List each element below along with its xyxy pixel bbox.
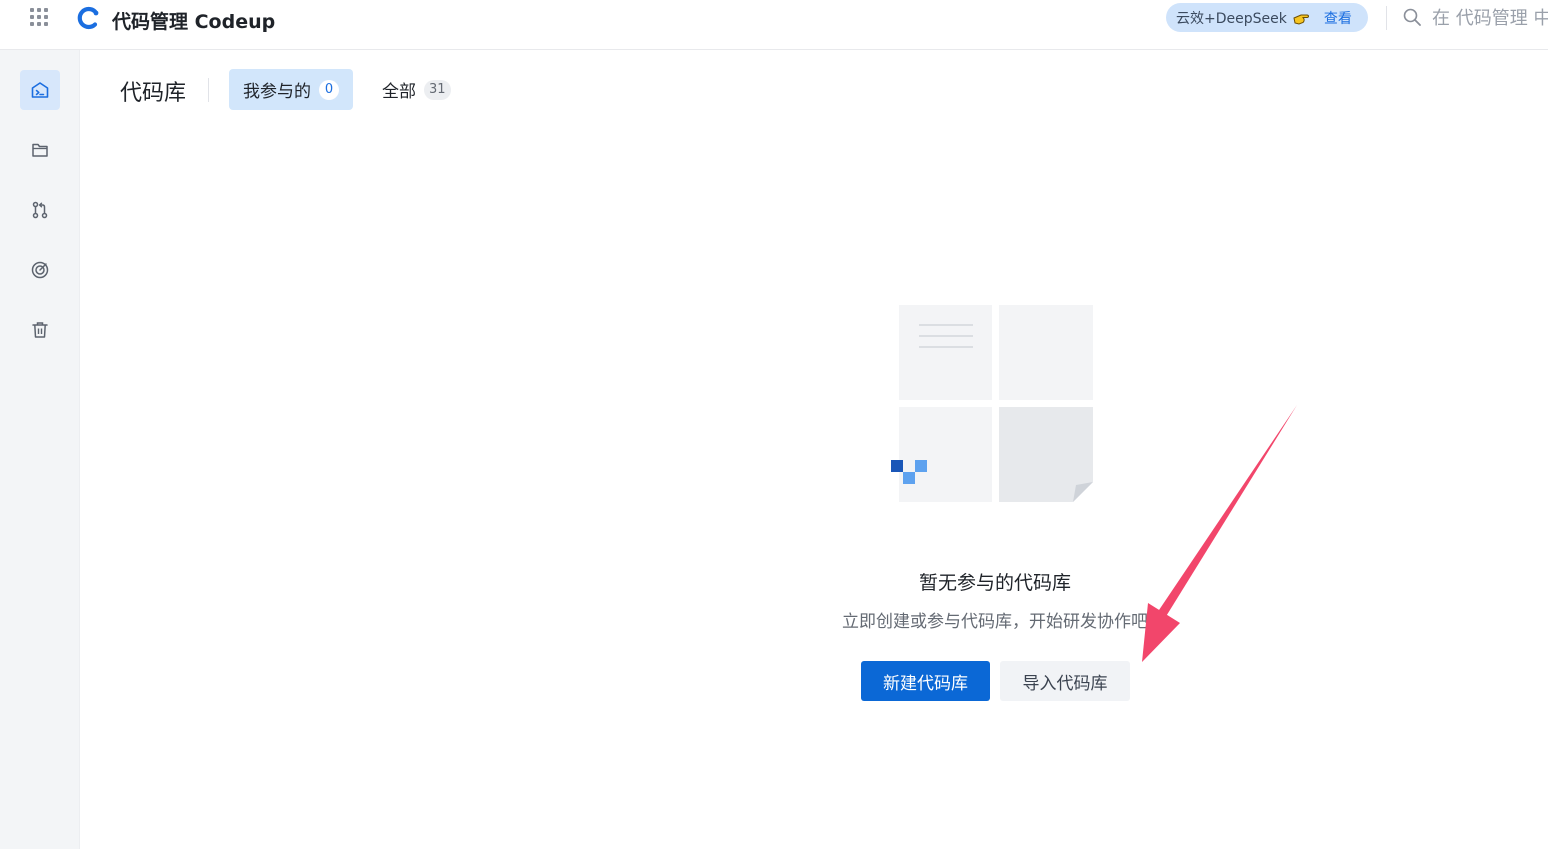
search-icon[interactable] [1403, 8, 1421, 26]
repo-home-icon [31, 82, 49, 98]
codeup-logo-icon[interactable] [76, 5, 102, 31]
sidebar-item-groups[interactable] [20, 130, 60, 170]
create-repo-button[interactable]: 新建代码库 [861, 661, 990, 701]
sidebar-item-recycle-bin[interactable] [20, 310, 60, 350]
tab-count-badge: 31 [424, 79, 451, 100]
sidebar-item-insights[interactable] [20, 250, 60, 290]
title-divider [208, 78, 209, 102]
promo-view-link[interactable]: 查看 [1324, 8, 1352, 28]
sidebar [0, 50, 80, 849]
app-grid-icon[interactable] [30, 8, 50, 28]
promo-badge[interactable]: 云效+DeepSeek 查看 [1166, 3, 1368, 32]
tab-count-badge: 0 [319, 79, 339, 100]
target-icon [31, 261, 49, 279]
app-title[interactable]: 代码管理 Codeup [112, 7, 275, 34]
pointing-hand-icon [1293, 14, 1309, 25]
trash-icon [32, 322, 48, 338]
empty-state-description: 立即创建或参与代码库，开始研发协作吧 [842, 612, 1148, 632]
tab-participated[interactable]: 我参与的 0 [229, 69, 353, 110]
topbar-divider [1386, 6, 1387, 30]
sidebar-item-merge-requests[interactable] [20, 190, 60, 230]
merge-request-icon [32, 201, 48, 219]
top-bar: 代码管理 Codeup 云效+DeepSeek 查看 [0, 0, 1548, 50]
promo-text: 云效+DeepSeek [1176, 10, 1287, 27]
tab-label: 我参与的 [243, 82, 311, 102]
import-repo-button[interactable]: 导入代码库 [1000, 661, 1130, 701]
empty-state-title: 暂无参与的代码库 [918, 572, 1071, 594]
empty-state-illustration [891, 305, 1093, 502]
tab-all[interactable]: 全部 31 [368, 69, 465, 110]
page-title: 代码库 [120, 81, 187, 106]
folder-icon [32, 143, 48, 157]
tab-label: 全部 [382, 82, 416, 102]
search-input[interactable] [1432, 4, 1548, 32]
sidebar-item-repositories[interactable] [20, 70, 60, 110]
